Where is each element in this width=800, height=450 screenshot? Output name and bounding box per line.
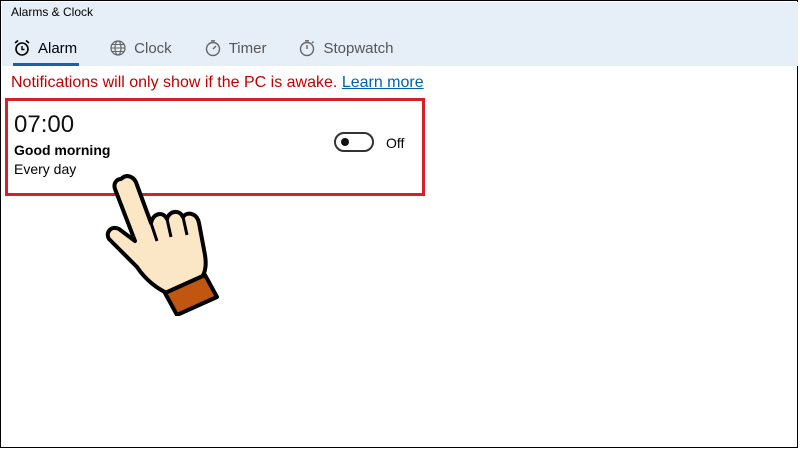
- alarm-toggle[interactable]: [334, 132, 374, 152]
- alarm-clock-icon: [13, 39, 31, 57]
- alarm-time: 07:00: [14, 111, 75, 138]
- tab-label: Stopwatch: [323, 39, 394, 57]
- tab-stopwatch[interactable]: Stopwatch: [298, 37, 394, 59]
- toggle-knob: [341, 138, 349, 146]
- tab-label: Clock: [134, 39, 172, 57]
- active-tab-indicator: [13, 63, 79, 66]
- tab-label: Timer: [228, 39, 267, 57]
- alarm-repeat: Every day: [14, 161, 77, 177]
- app-window: Alarms & Clock Alarm Clock Timer Stopwat…: [0, 0, 798, 448]
- awake-notice: Notifications will only show if the PC i…: [11, 74, 424, 92]
- pointing-hand-icon: [101, 171, 231, 317]
- window-title: Alarms & Clock: [11, 5, 94, 19]
- tab-timer[interactable]: Timer: [204, 37, 267, 59]
- tab-label: Alarm: [38, 39, 78, 57]
- timer-icon: [204, 39, 222, 57]
- tab-bar: Alarm Clock Timer Stopwatch: [13, 37, 426, 59]
- learn-more-link[interactable]: Learn more: [342, 74, 424, 91]
- alarm-name: Good morning: [14, 142, 111, 158]
- globe-icon: [109, 39, 127, 57]
- notice-text: Notifications will only show if the PC i…: [11, 74, 338, 91]
- tab-clock[interactable]: Clock: [109, 37, 172, 59]
- tab-alarm[interactable]: Alarm: [13, 37, 77, 59]
- toggle-state-label: Off: [386, 135, 405, 151]
- stopwatch-icon: [298, 39, 316, 57]
